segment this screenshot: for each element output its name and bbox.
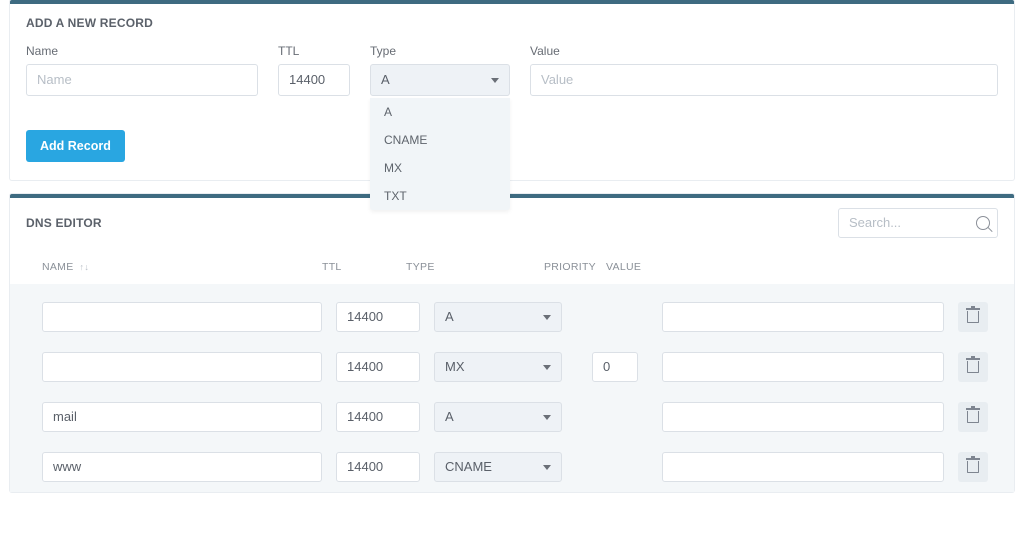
col-type[interactable]: TYPE [406,261,435,273]
col-value[interactable]: VALUE [606,261,641,273]
chevron-down-icon [543,415,551,420]
search-icon [976,216,990,230]
row-ttl-input[interactable] [336,352,420,382]
type-option-txt[interactable]: TXT [370,182,510,210]
row-name-input[interactable] [42,402,322,432]
row-value-input[interactable] [662,352,944,382]
add-record-panel: ADD A NEW RECORD Name TTL Type A [10,0,1014,180]
add-record-title: ADD A NEW RECORD [10,4,1014,44]
trash-icon [967,411,979,423]
row-type-select[interactable]: A [434,302,562,332]
table-header: NAME ↑↓ TTL TYPE PRIORITY VALUE [10,250,1014,284]
row-name-input[interactable] [42,452,322,482]
type-selected-value: A [381,64,390,96]
row-ttl-input[interactable] [336,402,420,432]
row-type-value: CNAME [445,451,492,483]
row-type-select[interactable]: MX [434,352,562,382]
value-input[interactable] [530,64,998,96]
col-ttl[interactable]: TTL [322,261,342,273]
row-type-select[interactable]: A [434,402,562,432]
type-option-mx[interactable]: MX [370,154,510,182]
chevron-down-icon [491,78,499,83]
trash-icon [967,311,979,323]
row-value-input[interactable] [662,402,944,432]
chevron-down-icon [543,365,551,370]
chevron-down-icon [543,465,551,470]
delete-row-button[interactable] [958,352,988,382]
type-option-a[interactable]: A [370,98,510,126]
chevron-down-icon [543,315,551,320]
row-type-value: A [445,301,454,333]
table-row: A [10,292,1014,342]
type-dropdown: A CNAME MX TXT [370,98,510,210]
table-row: A [10,392,1014,442]
type-select[interactable]: A [370,64,510,96]
row-type-value: MX [445,351,465,383]
row-value-input[interactable] [662,302,944,332]
table-row: MX [10,342,1014,392]
name-label: Name [26,44,258,58]
search-input[interactable] [838,208,998,238]
row-name-input[interactable] [42,352,322,382]
dns-editor-panel: DNS EDITOR NAME ↑↓ TTL TYPE PRIORITY VALU… [10,194,1014,492]
row-type-value: A [445,401,454,433]
col-priority[interactable]: PRIORITY [544,261,596,273]
table-row: CNAME [10,442,1014,492]
type-label: Type [370,44,510,58]
row-type-select[interactable]: CNAME [434,452,562,482]
type-option-cname[interactable]: CNAME [370,126,510,154]
row-value-input[interactable] [662,452,944,482]
row-ttl-input[interactable] [336,452,420,482]
trash-icon [967,361,979,373]
ttl-label: TTL [278,44,350,58]
name-input[interactable] [26,64,258,96]
row-priority-input[interactable] [592,352,638,382]
trash-icon [967,461,979,473]
col-name[interactable]: NAME [42,261,74,273]
delete-row-button[interactable] [958,302,988,332]
dns-editor-title: DNS EDITOR [26,216,102,230]
sort-icon: ↑↓ [80,262,90,272]
ttl-input[interactable] [278,64,350,96]
delete-row-button[interactable] [958,452,988,482]
add-record-button[interactable]: Add Record [26,130,125,162]
delete-row-button[interactable] [958,402,988,432]
row-ttl-input[interactable] [336,302,420,332]
value-label: Value [530,44,998,58]
row-name-input[interactable] [42,302,322,332]
